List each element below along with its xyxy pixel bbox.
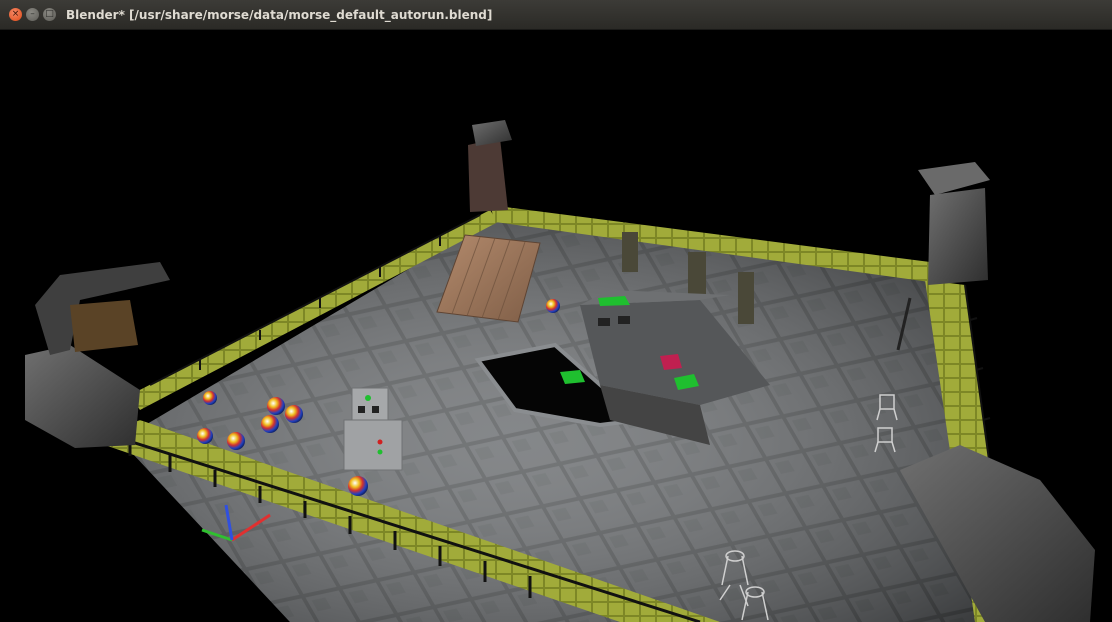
maximize-button[interactable]: □: [43, 8, 56, 21]
close-button[interactable]: ×: [9, 8, 22, 21]
window-titlebar: × – □ Blender* [/usr/share/morse/data/mo…: [0, 0, 1112, 30]
pillar-back-right: [918, 162, 990, 285]
3d-viewport[interactable]: [0, 30, 1112, 622]
pillar-back-center: [468, 120, 512, 212]
minimize-button[interactable]: –: [26, 8, 39, 21]
pillar-front-left: [25, 262, 170, 448]
scene-render: [25, 120, 1095, 622]
window-title: Blender* [/usr/share/morse/data/morse_de…: [66, 7, 493, 22]
